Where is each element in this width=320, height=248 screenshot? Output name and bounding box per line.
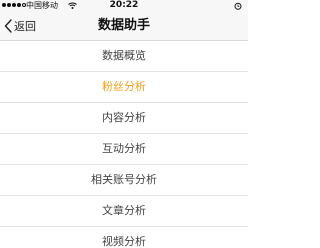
menu-item-data-overview[interactable]: 数据概览 [0, 41, 248, 72]
menu-item-article-analysis[interactable]: 文章分析 [0, 196, 248, 227]
menu-list: 数据概览 粉丝分析 内容分析 互动分析 相关账号分析 文章分析 视频分析 [0, 41, 248, 248]
navigation-bar: 返回 数据助手 [0, 11, 248, 41]
status-time: 20:22 [109, 0, 139, 10]
menu-item-content-analysis[interactable]: 内容分析 [0, 103, 248, 134]
screen: 中国移动 20:22 返回 数据助手 数据概览 粉丝分析 内容分析 互动分析 相… [0, 0, 248, 248]
alarm-icon [234, 2, 242, 10]
menu-item-video-analysis[interactable]: 视频分析 [0, 227, 248, 248]
menu-item-related-accounts-analysis[interactable]: 相关账号分析 [0, 165, 248, 196]
menu-item-fans-analysis[interactable]: 粉丝分析 [0, 72, 248, 103]
menu-item-interaction-analysis[interactable]: 互动分析 [0, 134, 248, 165]
status-bar: 中国移动 20:22 [0, 0, 248, 11]
page-title: 数据助手 [97, 18, 150, 33]
